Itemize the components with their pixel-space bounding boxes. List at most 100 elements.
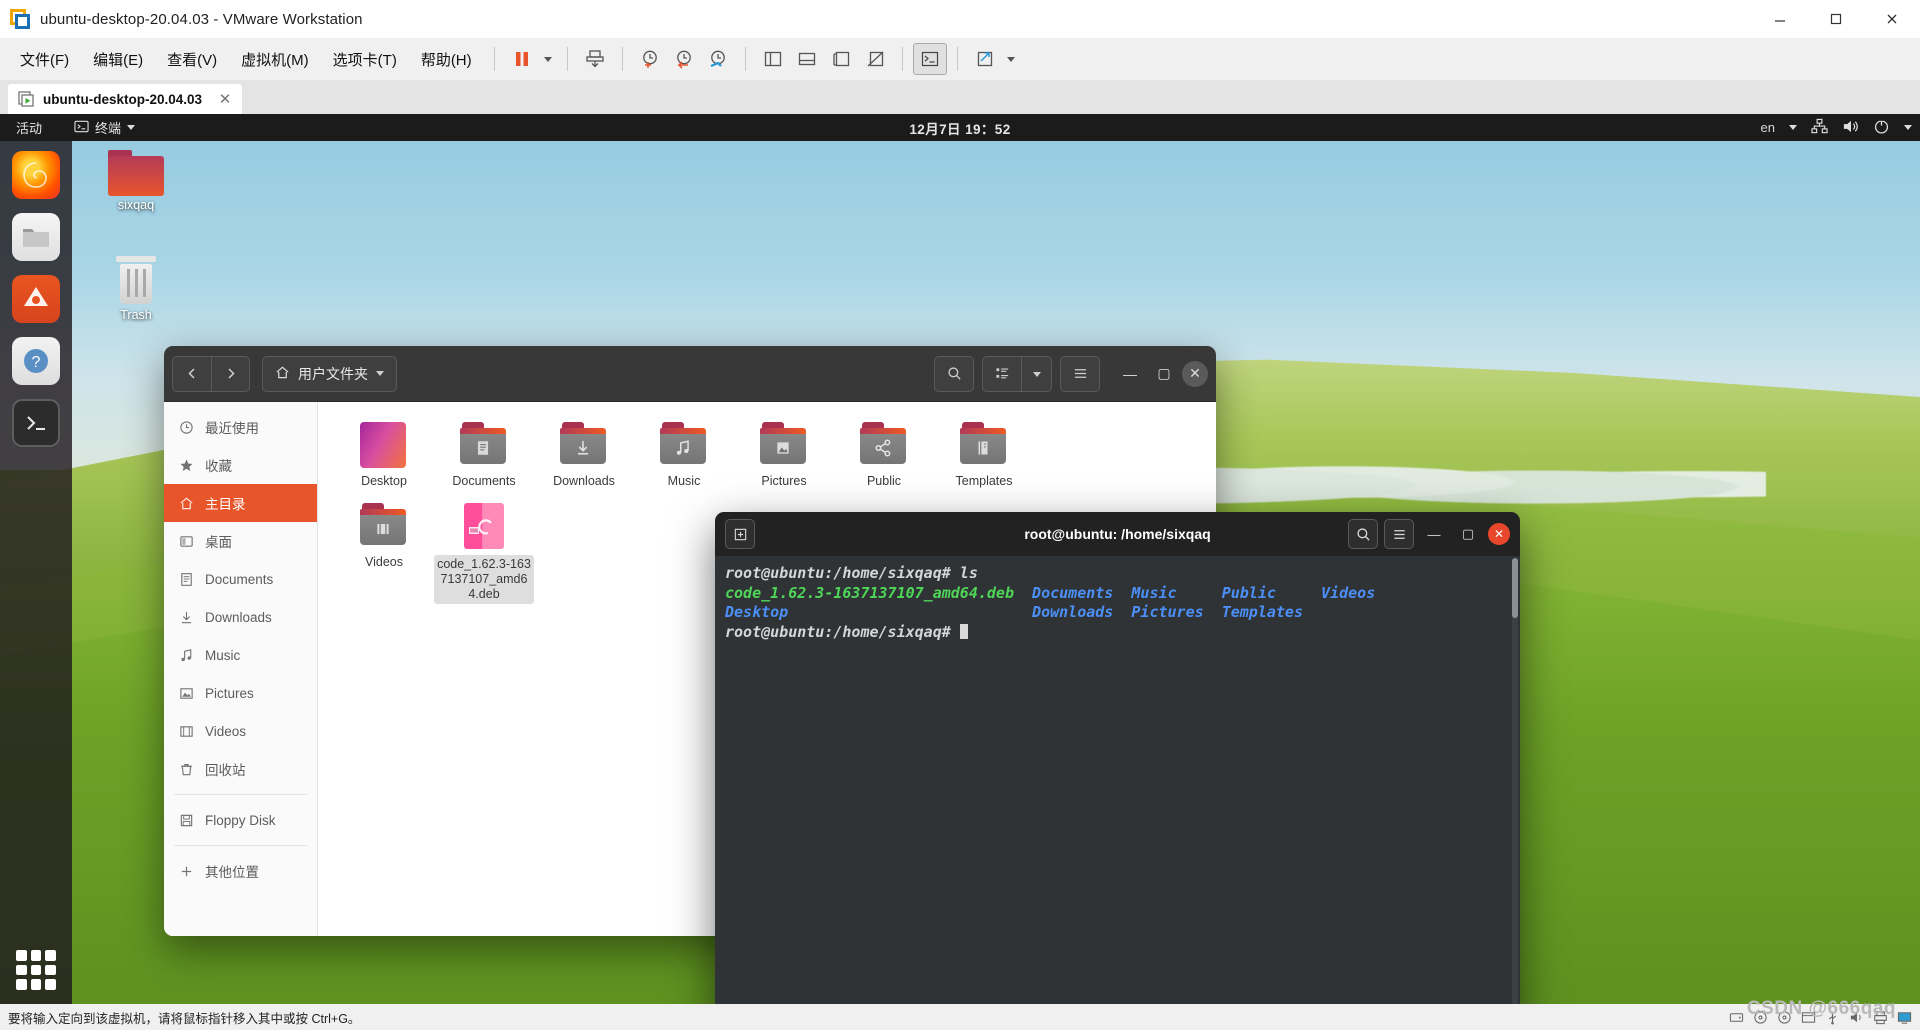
dock-item-help[interactable]: ? xyxy=(12,337,60,385)
file-item-templates[interactable]: Templates xyxy=(934,416,1034,489)
menu-file[interactable]: 文件(F) xyxy=(8,45,81,74)
sidebar-item-desktop[interactable]: 桌面 xyxy=(164,522,317,560)
minimize-button[interactable] xyxy=(1752,0,1808,38)
console-shell-icon[interactable] xyxy=(912,43,947,75)
menu-hamburger-icon[interactable] xyxy=(1061,357,1099,391)
cd-drive-icon-2[interactable] xyxy=(1777,1010,1792,1025)
new-tab-icon[interactable] xyxy=(725,519,755,549)
sound-card-icon[interactable] xyxy=(1849,1010,1864,1025)
show-console-view-icon[interactable] xyxy=(790,43,824,75)
fm-close-button[interactable]: ✕ xyxy=(1182,360,1208,387)
file-item-downloads[interactable]: Downloads xyxy=(534,416,634,489)
terminal-minimize-button[interactable]: — xyxy=(1420,520,1448,548)
menu-view[interactable]: 查看(V) xyxy=(155,45,229,74)
file-item-public[interactable]: Public xyxy=(834,416,934,489)
fullscreen-icon[interactable] xyxy=(968,43,1002,75)
search-icon[interactable] xyxy=(935,357,973,391)
floppy-icon xyxy=(178,813,195,828)
list-view-icon[interactable] xyxy=(983,357,1021,391)
sidebar-label: 桌面 xyxy=(205,535,232,550)
path-label: 用户文件夹 xyxy=(298,365,368,382)
file-item-documents[interactable]: Documents xyxy=(434,416,534,489)
vm-guest-screen[interactable]: 活动 终端 12月7日 19：52 en ? sixqaq Trash 用户文件… xyxy=(0,114,1920,1004)
dock-item-ubuntu-software[interactable] xyxy=(12,275,60,323)
fullscreen-dropdown-icon[interactable] xyxy=(1002,43,1020,75)
sidebar-item-music[interactable]: Music xyxy=(164,636,317,674)
fm-maximize-button[interactable]: ▢ xyxy=(1148,358,1180,390)
sidebar-item-documents[interactable]: Documents xyxy=(164,560,317,598)
terminal-line: root@ubuntu:/home/sixqaq# ls xyxy=(725,564,978,582)
clock-icon xyxy=(178,420,195,435)
keyboard-chevron-down-icon[interactable] xyxy=(1789,125,1797,130)
file-item-deb-package[interactable]: code_1.62.3-1637137107_amd64.deb xyxy=(434,497,534,604)
sidebar-item-downloads[interactable]: Downloads xyxy=(164,598,317,636)
menu-vm[interactable]: 虚拟机(M) xyxy=(229,45,321,74)
terminal-maximize-button[interactable]: ▢ xyxy=(1454,520,1482,548)
volume-icon[interactable] xyxy=(1842,118,1859,138)
panel-clock[interactable]: 12月7日 19：52 xyxy=(909,118,1010,138)
power-icon[interactable] xyxy=(1873,117,1890,138)
install-tools-icon[interactable] xyxy=(578,43,612,75)
terminal-menu-icon[interactable] xyxy=(1384,519,1414,549)
show-library-icon[interactable] xyxy=(756,43,790,75)
sidebar-label: 最近使用 xyxy=(205,421,259,436)
file-label: Desktop xyxy=(361,474,407,488)
activities-button[interactable]: 活动 xyxy=(10,116,48,139)
vmware-tabbar: ubuntu-desktop-20.04.03 ✕ xyxy=(0,80,1920,114)
revert-snapshot-icon[interactable] xyxy=(667,43,701,75)
sidebar-item-recent[interactable]: 最近使用 xyxy=(164,408,317,446)
desktop-icon-sixqaq[interactable]: sixqaq xyxy=(90,150,182,212)
cd-drive-icon[interactable] xyxy=(1753,1010,1768,1025)
terminal-scrollbar[interactable] xyxy=(1512,558,1518,1004)
network-icon[interactable] xyxy=(1811,118,1828,138)
toolbar-divider-3 xyxy=(621,47,623,71)
menu-help[interactable]: 帮助(H) xyxy=(409,45,484,74)
file-item-pictures[interactable]: Pictures xyxy=(734,416,834,489)
suspend-dropdown-icon[interactable] xyxy=(539,43,557,75)
desktop-icon-trash[interactable]: Trash xyxy=(90,256,182,322)
sidebar-item-trash[interactable]: 回收站 xyxy=(164,750,317,788)
forward-button[interactable] xyxy=(211,356,249,391)
sort-dropdown-icon[interactable] xyxy=(1021,356,1051,391)
dock-item-files[interactable] xyxy=(12,213,60,261)
app-menu-terminal[interactable]: 终端 xyxy=(68,116,141,139)
manage-snapshots-icon[interactable] xyxy=(701,43,735,75)
sidebar-item-starred[interactable]: 收藏 xyxy=(164,446,317,484)
path-bar-button[interactable]: 用户文件夹 xyxy=(262,355,397,392)
network-adapter-icon[interactable] xyxy=(1801,1010,1816,1025)
hide-thumbnails-icon[interactable] xyxy=(858,43,892,75)
take-snapshot-icon[interactable] xyxy=(633,43,667,75)
file-item-videos[interactable]: Videos xyxy=(334,497,434,604)
file-item-music[interactable]: Music xyxy=(634,416,734,489)
menu-edit[interactable]: 编辑(E) xyxy=(81,45,155,74)
dock-item-firefox[interactable] xyxy=(12,151,60,199)
fm-minimize-button[interactable]: — xyxy=(1114,358,1146,390)
terminal-close-button[interactable]: ✕ xyxy=(1488,523,1510,545)
terminal-cursor xyxy=(959,623,968,639)
show-thumbnails-icon[interactable] xyxy=(824,43,858,75)
maximize-button[interactable] xyxy=(1808,0,1864,38)
vm-tab-close-icon[interactable]: ✕ xyxy=(216,90,234,108)
sidebar-item-home[interactable]: 主目录 xyxy=(164,484,317,522)
terminal-search-icon[interactable] xyxy=(1348,519,1378,549)
terminal-output-area[interactable]: root@ubuntu:/home/sixqaq# ls code_1.62.3-… xyxy=(715,556,1520,1004)
hard-disk-icon[interactable] xyxy=(1729,1010,1744,1025)
back-button[interactable] xyxy=(173,357,211,391)
file-item-desktop[interactable]: Desktop xyxy=(334,416,434,489)
display-icon[interactable] xyxy=(1897,1010,1912,1025)
vm-tab[interactable]: ubuntu-desktop-20.04.03 ✕ xyxy=(8,84,243,114)
system-menu-chevron-down-icon[interactable] xyxy=(1904,125,1912,130)
keyboard-layout-label[interactable]: en xyxy=(1761,120,1775,135)
menu-tabs[interactable]: 选项卡(T) xyxy=(321,45,409,74)
dock-item-terminal[interactable] xyxy=(12,399,60,447)
printer-icon[interactable] xyxy=(1873,1010,1888,1025)
sidebar-item-other-locations[interactable]: 其他位置 xyxy=(164,852,317,890)
sidebar-item-pictures[interactable]: Pictures xyxy=(164,674,317,712)
sidebar-item-floppy-disk[interactable]: Floppy Disk xyxy=(164,801,317,839)
usb-icon[interactable] xyxy=(1825,1010,1840,1025)
sidebar-label: Floppy Disk xyxy=(205,812,276,828)
show-applications-button[interactable] xyxy=(16,950,56,990)
close-button[interactable] xyxy=(1864,0,1920,38)
suspend-icon[interactable] xyxy=(505,43,539,75)
sidebar-item-videos[interactable]: Videos xyxy=(164,712,317,750)
